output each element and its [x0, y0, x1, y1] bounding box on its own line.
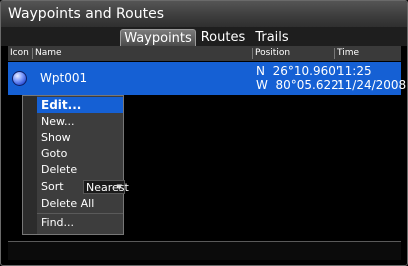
waypoint-date-value: 11/24/2008 — [337, 78, 407, 92]
column-header-position[interactable]: Position — [255, 46, 290, 61]
waypoint-name: Wpt001 — [40, 71, 88, 85]
waypoint-context-menu: Edit... New... Show Goto Delete Sort Nea… — [22, 95, 129, 235]
menu-item-delete[interactable]: Delete — [37, 162, 123, 178]
waypoint-position: N 26°10.960' W 80°05.622' — [256, 64, 342, 92]
column-divider — [252, 48, 253, 59]
sort-label: Sort — [41, 180, 64, 193]
bottom-status-bar — [8, 241, 401, 260]
column-divider — [334, 48, 335, 59]
menu-divider — [37, 213, 123, 214]
column-header-name[interactable]: Name — [35, 46, 62, 61]
menu-item-sort[interactable]: Sort Nearest ▼ — [37, 179, 129, 195]
menu-item-edit[interactable]: Edit... — [37, 97, 123, 113]
column-header-time[interactable]: Time — [337, 46, 359, 61]
menu-item-delete-all[interactable]: Delete All — [37, 196, 123, 212]
column-divider — [32, 48, 33, 59]
waypoints-routes-window: Waypoints and Routes Waypoints Routes Tr… — [0, 0, 408, 266]
chevron-down-icon: ▼ — [116, 183, 122, 191]
waypoint-time-value: 11:25 — [337, 64, 372, 78]
table-row-selected[interactable]: Wpt001 N 26°10.960' W 80°05.622' 11:25 11/… — [8, 62, 406, 95]
column-header-icon[interactable]: Icon — [10, 46, 29, 61]
waypoint-longitude: W 80°05.622' — [256, 78, 343, 92]
window-title: Waypoints and Routes — [1, 1, 407, 27]
sort-value: Nearest — [86, 181, 129, 194]
tab-strip: Waypoints Routes Trails — [1, 27, 407, 46]
waypoint-ball-icon — [12, 71, 27, 86]
menu-item-goto[interactable]: Goto — [37, 146, 123, 162]
tab-routes[interactable]: Routes — [197, 29, 249, 46]
sort-dropdown[interactable]: Nearest ▼ — [83, 180, 129, 194]
waypoint-time: 11:25 11/24/2008 — [337, 64, 406, 92]
table-header: Icon Name Position Time — [8, 46, 401, 61]
menu-item-new[interactable]: New... — [37, 114, 123, 130]
menu-icon-strip — [23, 96, 37, 234]
waypoint-latitude: N 26°10.960' — [256, 64, 340, 78]
tab-trails[interactable]: Trails — [251, 29, 293, 46]
menu-item-find[interactable]: Find... — [37, 215, 123, 231]
tab-waypoints[interactable]: Waypoints — [120, 29, 196, 46]
menu-item-show[interactable]: Show — [37, 130, 123, 146]
